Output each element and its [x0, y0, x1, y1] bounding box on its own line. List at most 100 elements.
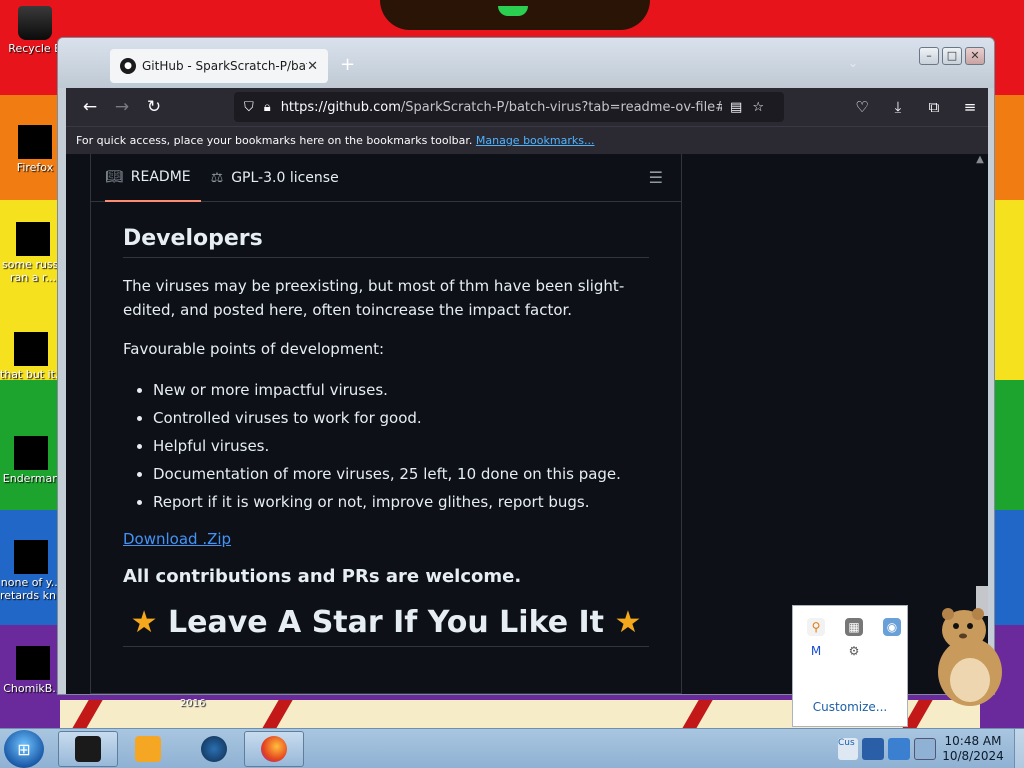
desktop-icon-label: some russ...	[2, 258, 64, 271]
minimize-button[interactable]: –	[919, 47, 939, 65]
start-button[interactable]: ⊞	[4, 730, 44, 768]
reader-view-icon[interactable]: ▤	[730, 100, 742, 115]
close-window-button[interactable]: ✕	[965, 47, 985, 65]
url-bar[interactable]: ⛉ 🔒︎ https://github.com/SparkScratch-P/b…	[234, 92, 784, 122]
tab-title: GitHub - SparkScratch-P/batch-virus	[142, 59, 307, 73]
display-tray-icon[interactable]	[888, 738, 910, 760]
tab-license[interactable]: ⚖ GPL-3.0 license	[211, 154, 349, 202]
hamster-image	[938, 608, 1002, 706]
list-item: Documentation of more viruses, 25 left, …	[153, 460, 649, 488]
new-tab-button[interactable]: +	[340, 54, 355, 75]
steam-icon[interactable]: ⚙	[845, 642, 863, 660]
bookmarks-hint: For quick access, place your bookmarks h…	[76, 134, 473, 147]
file-icon	[14, 332, 48, 366]
lock-icon[interactable]: 🔒︎	[264, 100, 271, 115]
tab-readme[interactable]: 📖︎ README	[105, 154, 201, 202]
github-icon: ●	[120, 58, 136, 74]
manage-bookmarks-link[interactable]: Manage bookmarks...	[476, 134, 595, 147]
customize-link[interactable]: Customize...	[793, 700, 907, 714]
list-item: New or more impactful viruses.	[153, 376, 649, 404]
book-icon: 📖︎	[105, 168, 123, 185]
globe-app-icon	[201, 736, 227, 762]
url-path: /SparkScratch-P/batch-virus?tab=readme-o…	[400, 99, 723, 115]
firefox-icon	[18, 125, 52, 159]
back-button[interactable]: ←	[74, 97, 106, 117]
browser-tab-github[interactable]: ● GitHub - SparkScratch-P/batch-virus ✕	[110, 49, 328, 83]
readme-tabs: 📖︎ README ⚖ GPL-3.0 license ☰	[91, 154, 681, 202]
points-list: New or more impactful viruses. Controlle…	[153, 376, 649, 516]
malwarebytes-icon[interactable]: M	[807, 642, 825, 660]
tray-customize-partial[interactable]: Cus	[838, 738, 858, 760]
file-icon	[16, 222, 50, 256]
taskbar-app-2[interactable]	[118, 731, 178, 767]
paragraph-points-title: Favourable points of development:	[123, 340, 385, 358]
network-tray-icon[interactable]: ◉	[883, 618, 901, 636]
close-tab-icon[interactable]: ✕	[307, 59, 318, 74]
title-bar: ● GitHub - SparkScratch-P/batch-virus ✕ …	[58, 38, 994, 88]
star-icon: ★	[614, 605, 642, 640]
maximize-button[interactable]: □	[942, 47, 962, 65]
taskbar-app-3[interactable]	[184, 731, 244, 767]
navigation-toolbar: ← → ↻ ⛉ 🔒︎ https://github.com/SparkScrat…	[66, 88, 988, 126]
desktop-icon-label: none of y...	[0, 576, 62, 589]
desktop-icon-none-of-y[interactable]: none of y... retards kn...	[0, 540, 62, 602]
tray-overflow-flyout: ⚲ ▦ ◉ M ⚙ Customize...	[792, 605, 908, 727]
list-item: Report if it is working or not, improve …	[153, 488, 649, 516]
url-text[interactable]: https://github.com/SparkScratch-P/batch-…	[281, 100, 722, 115]
star-banner: ★ Leave A Star If You Like It ★	[123, 605, 649, 647]
wallpaper-year-text: 2016	[180, 698, 206, 709]
star-banner-text: Leave A Star If You Like It	[167, 605, 605, 640]
list-item: Controlled viruses to work for good.	[153, 404, 649, 432]
taskbar-app-1[interactable]	[58, 731, 118, 767]
list-all-tabs-icon[interactable]: ⌄	[848, 56, 858, 70]
extensions-icon[interactable]: ⧉	[916, 98, 952, 116]
app-tray-icon[interactable]: ▦	[845, 618, 863, 636]
markdown-body: Developers The viruses may be preexistin…	[91, 202, 681, 647]
contributions-heading: All contributions and PRs are welcome.	[123, 566, 522, 587]
list-item: Helpful viruses.	[153, 432, 649, 460]
desktop-icon-label-line2: retards kn...	[0, 589, 62, 602]
bookmarks-toolbar: For quick access, place your bookmarks h…	[66, 126, 988, 154]
show-desktop-button[interactable]	[1014, 729, 1024, 768]
downloads-icon[interactable]: ⤓	[880, 98, 916, 116]
firefox-icon	[261, 736, 287, 762]
cube-app-icon	[75, 736, 101, 762]
taskbar: ⊞ Cus 10:48 AM 10/8/2024	[0, 728, 1024, 768]
scroll-up-icon[interactable]: ▲	[974, 154, 986, 165]
file-icon	[16, 646, 50, 680]
section-heading: Developers	[123, 226, 649, 258]
paragraph-intro: The viruses may be preexisting, but most…	[123, 277, 625, 319]
tab-license-label: GPL-3.0 license	[231, 169, 339, 186]
outline-icon[interactable]: ☰	[649, 168, 663, 187]
download-zip-link[interactable]: Download .Zip	[123, 530, 231, 548]
desktop-icon-some-russ[interactable]: some russ... ran a r...	[2, 222, 64, 284]
system-tray: Cus	[838, 729, 940, 768]
clock[interactable]: 10:48 AM 10/8/2024	[930, 734, 1016, 764]
pocket-icon[interactable]: ♡	[844, 98, 880, 116]
reload-button[interactable]: ↻	[138, 97, 170, 117]
shield-tray-icon[interactable]	[862, 738, 884, 760]
scale-icon: ⚖	[210, 169, 224, 186]
star-icon: ★	[130, 605, 158, 640]
desktop-icon-that-but-it[interactable]: that but it...	[0, 332, 62, 381]
desktop-icon-enderman[interactable]: Enderman	[0, 436, 62, 485]
desktop-icon-chomikb[interactable]: ChomikB...	[2, 646, 64, 695]
file-icon	[14, 540, 48, 574]
shield-icon[interactable]: ⛉	[244, 100, 254, 115]
desktop-icon-label: ChomikB...	[3, 682, 63, 695]
desktop-icon-label: that but it...	[0, 368, 62, 381]
forward-button[interactable]: →	[106, 97, 138, 117]
recycle-bin-icon	[18, 6, 52, 40]
file-icon	[14, 436, 48, 470]
desktop-icon-label: Enderman	[2, 472, 60, 485]
media-player-icon	[135, 736, 161, 762]
taskbar-firefox[interactable]	[244, 731, 304, 767]
search-tool-icon[interactable]: ⚲	[807, 618, 825, 636]
bookmark-star-icon[interactable]: ☆	[752, 100, 764, 115]
clock-time: 10:48 AM	[944, 734, 1002, 748]
clock-date: 10/8/2024	[942, 749, 1004, 763]
tab-readme-label: README	[130, 168, 191, 185]
wallpaper-figure	[380, 0, 650, 30]
toolbar-right: ♡ ⤓ ⧉ ≡	[844, 88, 988, 126]
menu-icon[interactable]: ≡	[952, 98, 988, 116]
